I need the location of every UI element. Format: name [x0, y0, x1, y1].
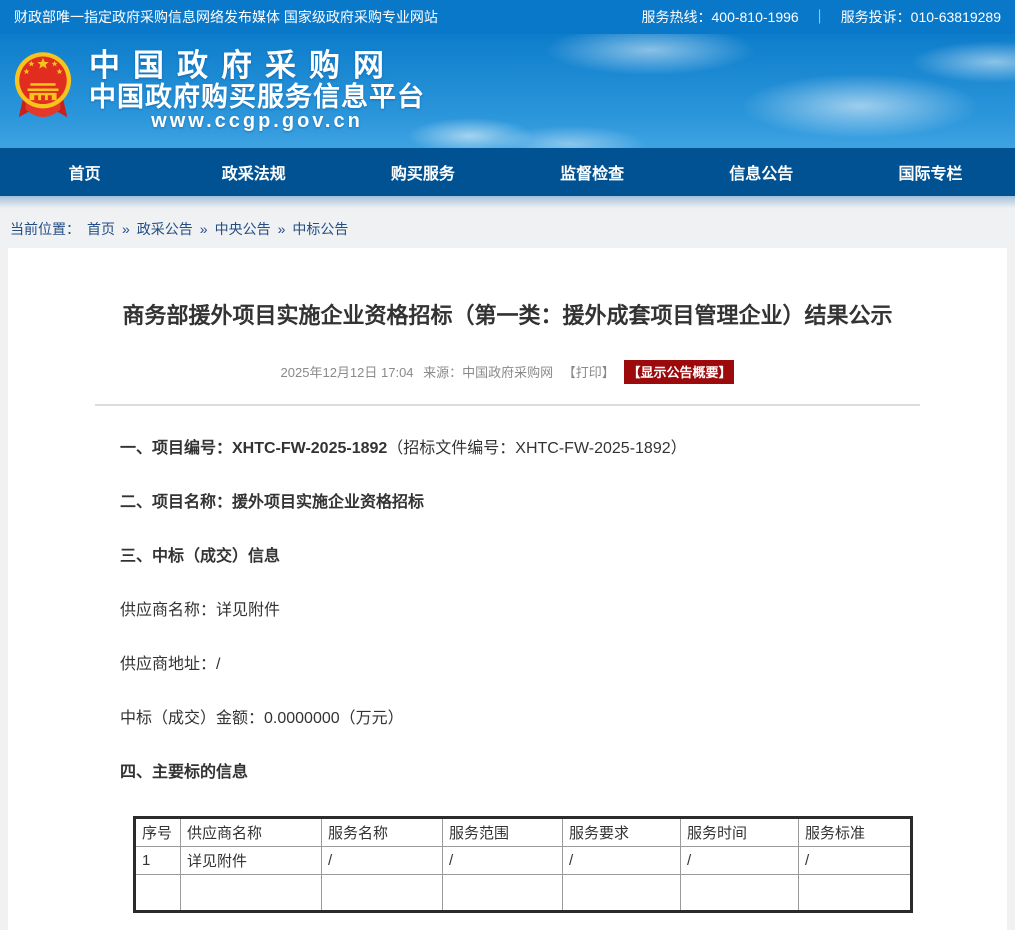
table-cell: [563, 875, 681, 912]
breadcrumb-item-central-notices[interactable]: 中央公告: [215, 219, 271, 239]
table-cell: [135, 875, 181, 912]
paragraph-text: 供应商名称：详见附件: [120, 602, 280, 619]
site-title-block: 中国政府采购网 中国政府购买服务信息平台 www.ccgp.gov.cn: [89, 50, 425, 133]
table-cell: 1: [135, 847, 181, 875]
service-complaint: 服务投诉：010-63819289: [841, 7, 1001, 27]
content-separator: [95, 404, 920, 406]
paragraph-text: 供应商地址：/: [120, 656, 220, 673]
paragraph-text: 中标（成交）金额：0.0000000（万元）: [120, 710, 404, 727]
table-cell: [681, 875, 799, 912]
site-name: 中国政府采购网: [89, 50, 425, 83]
nav-item-supervision[interactable]: 监督检查: [508, 160, 677, 184]
article-meta: 2025年12月12日 17:04 来源：中国政府采购网 【打印】 【显示公告概…: [8, 360, 1007, 384]
table-row: 1 详见附件 / / / / /: [135, 847, 912, 875]
paragraph-project-name: 二、项目名称：援外项目实施企业资格招标: [120, 492, 1007, 513]
topbar-contacts: 服务热线：400-810-1996 ｜ 服务投诉：010-63819289: [642, 7, 1002, 27]
breadcrumb-separator: »: [200, 221, 208, 237]
header-cell-service-time: 服务时间: [681, 818, 799, 847]
paragraph-award-info-heading: 三、中标（成交）信息: [120, 546, 1007, 567]
breadcrumb: 当前位置： 首页 » 政采公告 » 中央公告 » 中标公告: [0, 210, 1015, 248]
table-cell: [799, 875, 912, 912]
header-banner: 中国政府采购网 中国政府购买服务信息平台 www.ccgp.gov.cn: [0, 34, 1015, 148]
topbar: 财政部唯一指定政府采购信息网络发布媒体 国家级政府采购专业网站 服务热线：400…: [0, 0, 1015, 34]
breadcrumb-item-procurement-notices[interactable]: 政采公告: [137, 219, 193, 239]
site-logo[interactable]: [12, 50, 89, 133]
site-url: www.ccgp.gov.cn: [89, 111, 425, 132]
page-background: 商务部援外项目实施企业资格招标（第一类：援外成套项目管理企业）结果公示 2025…: [0, 248, 1015, 930]
nav-item-home[interactable]: 首页: [0, 160, 169, 184]
publish-datetime: 2025年12月12日 17:04: [281, 365, 414, 380]
table-header-row: 序号 供应商名称 服务名称 服务范围 服务要求 服务时间 服务标准: [135, 818, 912, 847]
breadcrumb-item-award-notices[interactable]: 中标公告: [292, 219, 348, 239]
table-cell: [443, 875, 563, 912]
header-cell-service-scope: 服务范围: [443, 818, 563, 847]
paragraph-supplier-address: 供应商地址：/: [120, 654, 1007, 675]
main-nav: 首页 政采法规 购买服务 监督检查 信息公告 国际专栏: [0, 148, 1015, 196]
paragraph-project-number: 一、项目编号：XHTC-FW-2025-1892（招标文件编号：XHTC-FW-…: [120, 438, 1007, 459]
table-cell: [322, 875, 443, 912]
service-hotline: 服务热线：400-810-1996: [642, 7, 799, 27]
nav-bottom-gradient: [0, 196, 1015, 210]
topbar-divider: ｜: [813, 7, 827, 27]
bid-items-table: 序号 供应商名称 服务名称 服务范围 服务要求 服务时间 服务标准 1 详见附件…: [133, 816, 913, 913]
show-summary-button[interactable]: 【显示公告概要】: [624, 360, 734, 384]
breadcrumb-separator: »: [278, 221, 286, 237]
table-cell: [181, 875, 322, 912]
article-panel: 商务部援外项目实施企业资格招标（第一类：援外成套项目管理企业）结果公示 2025…: [8, 248, 1007, 930]
breadcrumb-prefix: 当前位置：: [10, 219, 80, 239]
article-body: 一、项目编号：XHTC-FW-2025-1892（招标文件编号：XHTC-FW-…: [8, 438, 1007, 783]
nav-item-purchase-services[interactable]: 购买服务: [338, 160, 507, 184]
breadcrumb-item-home[interactable]: 首页: [87, 219, 115, 239]
table-row: [135, 875, 912, 912]
article-title: 商务部援外项目实施企业资格招标（第一类：援外成套项目管理企业）结果公示: [48, 248, 967, 330]
header-cell-service-standard: 服务标准: [799, 818, 912, 847]
table-cell: /: [443, 847, 563, 875]
paragraph-award-amount: 中标（成交）金额：0.0000000（万元）: [120, 708, 1007, 729]
header-cell-seq: 序号: [135, 818, 181, 847]
table-cell: /: [322, 847, 443, 875]
paragraph-bold-text: 四、主要标的信息: [120, 764, 248, 781]
table-cell: 详见附件: [181, 847, 322, 875]
nav-item-announcements[interactable]: 信息公告: [677, 160, 846, 184]
header-cell-service-requirement: 服务要求: [563, 818, 681, 847]
nav-item-international[interactable]: 国际专栏: [846, 160, 1015, 184]
paragraph-bold-text: 一、项目编号：XHTC-FW-2025-1892: [120, 440, 387, 457]
header-cell-service-name: 服务名称: [322, 818, 443, 847]
table-cell: /: [563, 847, 681, 875]
paragraph-main-items-heading: 四、主要标的信息: [120, 762, 1007, 783]
print-button[interactable]: 【打印】: [563, 365, 615, 380]
national-emblem-icon: [12, 50, 74, 128]
site-tagline: 财政部唯一指定政府采购信息网络发布媒体 国家级政府采购专业网站: [14, 7, 438, 27]
paragraph-text: （招标文件编号：XHTC-FW-2025-1892）: [387, 440, 686, 457]
site-subtitle: 中国政府购买服务信息平台: [89, 83, 425, 112]
table-cell: /: [681, 847, 799, 875]
nav-item-regulations[interactable]: 政采法规: [169, 160, 338, 184]
paragraph-bold-text: 三、中标（成交）信息: [120, 548, 280, 565]
article-source: 来源：中国政府采购网: [423, 365, 553, 380]
table-cell: /: [799, 847, 912, 875]
breadcrumb-separator: »: [122, 221, 130, 237]
paragraph-bold-text: 二、项目名称：援外项目实施企业资格招标: [120, 494, 424, 511]
paragraph-supplier-name: 供应商名称：详见附件: [120, 600, 1007, 621]
header-cell-supplier: 供应商名称: [181, 818, 322, 847]
